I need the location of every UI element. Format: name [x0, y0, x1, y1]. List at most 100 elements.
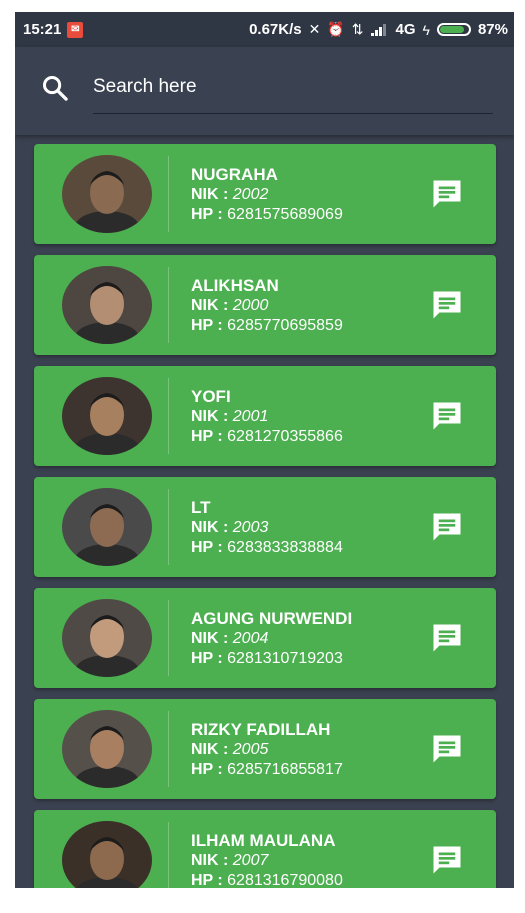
- phone-screen: 15:21 ✉ 0.67K/s ✕ ⏰ ⇅ 4G ϟ 87% Search he…: [15, 12, 514, 888]
- hp-label: HP :: [191, 650, 228, 667]
- hp-label: HP :: [191, 317, 228, 334]
- contact-card[interactable]: RIZKY FADILLAH NIK : 2005 HP : 628571685…: [34, 699, 496, 799]
- contact-name: RIZKY FADILLAH: [191, 720, 331, 739]
- contact-nik: NIK : 2002: [191, 185, 343, 205]
- nik-value: 2002: [232, 186, 269, 203]
- card-divider: [168, 600, 169, 676]
- avatar: [62, 377, 152, 455]
- search-icon[interactable]: [41, 74, 69, 102]
- nik-label: NIK :: [191, 297, 233, 314]
- contact-hp: HP : 6285770695859: [191, 316, 343, 336]
- contact-info: LT NIK : 2003 HP : 6283833838884: [191, 497, 343, 558]
- message-icon[interactable]: [429, 620, 465, 656]
- contact-name: ILHAM MAULANA: [191, 831, 336, 850]
- nik-value: 2005: [232, 741, 269, 758]
- battery-icon: [436, 23, 471, 36]
- card-divider: [168, 822, 169, 888]
- battery-percent: 87%: [477, 21, 508, 38]
- message-icon[interactable]: [429, 176, 465, 212]
- contact-nik: NIK : 2005: [191, 740, 343, 760]
- message-icon[interactable]: [429, 731, 465, 767]
- avatar: [62, 599, 152, 677]
- nik-label: NIK :: [191, 852, 233, 869]
- charging-icon: ϟ: [422, 21, 430, 38]
- status-time: 15:21: [23, 21, 62, 38]
- contact-name: NUGRAHA: [191, 165, 278, 184]
- nik-label: NIK :: [191, 519, 233, 536]
- network-type: 4G: [395, 21, 416, 38]
- hp-value: 6281575689069: [227, 206, 343, 223]
- card-divider: [168, 378, 169, 454]
- network-speed: 0.67K/s: [249, 21, 302, 38]
- avatar: [62, 266, 152, 344]
- contact-nik: NIK : 2004: [191, 629, 352, 649]
- card-divider: [168, 156, 169, 232]
- nik-label: NIK :: [191, 741, 233, 758]
- hp-value: 6285770695859: [227, 317, 343, 334]
- contact-hp: HP : 6281310719203: [191, 649, 352, 669]
- hp-value: 6285716855817: [227, 761, 343, 778]
- card-divider: [168, 711, 169, 787]
- message-icon[interactable]: [429, 398, 465, 434]
- contact-name: LT: [191, 498, 211, 517]
- contact-info: ILHAM MAULANA NIK : 2007 HP : 6281316790…: [191, 830, 343, 888]
- avatar: [62, 821, 152, 888]
- contact-hp: HP : 6281575689069: [191, 205, 343, 225]
- contact-nik: NIK : 2001: [191, 407, 343, 427]
- contact-info: ALIKHSAN NIK : 2000 HP : 6285770695859: [191, 275, 343, 336]
- hp-value: 6281270355866: [227, 428, 343, 445]
- contact-hp: HP : 6283833838884: [191, 538, 343, 558]
- data-transfer-icon: ⇅: [351, 21, 364, 37]
- contact-info: AGUNG NURWENDI NIK : 2004 HP : 628131071…: [191, 608, 352, 669]
- app-notification-icon: ✉: [67, 21, 84, 38]
- hp-value: 6283833838884: [227, 539, 343, 556]
- contact-info: YOFI NIK : 2001 HP : 6281270355866: [191, 386, 343, 447]
- nik-label: NIK :: [191, 408, 233, 425]
- nik-label: NIK :: [191, 186, 233, 203]
- contact-nik: NIK : 2000: [191, 296, 343, 316]
- search-underline: [93, 113, 493, 114]
- hp-label: HP :: [191, 872, 228, 888]
- card-divider: [168, 267, 169, 343]
- contact-hp: HP : 6285716855817: [191, 760, 343, 780]
- contact-hp: HP : 6281270355866: [191, 427, 343, 447]
- contact-name: AGUNG NURWENDI: [191, 609, 353, 628]
- contact-card[interactable]: YOFI NIK : 2001 HP : 6281270355866: [34, 366, 496, 466]
- signal-icon: [370, 23, 389, 36]
- hp-label: HP :: [191, 206, 228, 223]
- contact-card[interactable]: ALIKHSAN NIK : 2000 HP : 6285770695859: [34, 255, 496, 355]
- card-divider: [168, 489, 169, 565]
- avatar: [62, 488, 152, 566]
- nik-value: 2007: [232, 852, 269, 869]
- status-indicators: 0.67K/s ✕ ⏰ ⇅ 4G ϟ 87%: [249, 21, 508, 38]
- contact-name: ALIKHSAN: [191, 276, 279, 295]
- contact-name: YOFI: [191, 387, 231, 406]
- hp-label: HP :: [191, 539, 228, 556]
- nik-value: 2003: [232, 519, 269, 536]
- nik-value: 2001: [232, 408, 269, 425]
- message-icon[interactable]: [429, 287, 465, 323]
- contact-nik: NIK : 2007: [191, 851, 343, 871]
- hp-value: 6281316790080: [227, 872, 343, 888]
- contact-card[interactable]: LT NIK : 2003 HP : 6283833838884: [34, 477, 496, 577]
- hp-label: HP :: [191, 761, 228, 778]
- avatar: [62, 710, 152, 788]
- status-bar: 15:21 ✉ 0.67K/s ✕ ⏰ ⇅ 4G ϟ 87%: [15, 12, 514, 47]
- contact-info: RIZKY FADILLAH NIK : 2005 HP : 628571685…: [191, 719, 343, 780]
- message-icon[interactable]: [429, 842, 465, 878]
- search-input[interactable]: [93, 71, 493, 103]
- contact-info: NUGRAHA NIK : 2002 HP : 6281575689069: [191, 164, 343, 225]
- search-bar: [15, 47, 514, 135]
- contact-card[interactable]: AGUNG NURWENDI NIK : 2004 HP : 628131071…: [34, 588, 496, 688]
- hp-label: HP :: [191, 428, 228, 445]
- contact-nik: NIK : 2003: [191, 518, 343, 538]
- nik-label: NIK :: [191, 630, 233, 647]
- contact-card[interactable]: ILHAM MAULANA NIK : 2007 HP : 6281316790…: [34, 810, 496, 888]
- message-icon[interactable]: [429, 509, 465, 545]
- nik-value: 2004: [232, 630, 269, 647]
- hp-value: 6281310719203: [227, 650, 343, 667]
- contact-card[interactable]: NUGRAHA NIK : 2002 HP : 6281575689069: [34, 144, 496, 244]
- nik-value: 2000: [232, 297, 269, 314]
- battery-level-fill: [439, 26, 465, 33]
- alarm-icon: ⏰: [327, 21, 345, 37]
